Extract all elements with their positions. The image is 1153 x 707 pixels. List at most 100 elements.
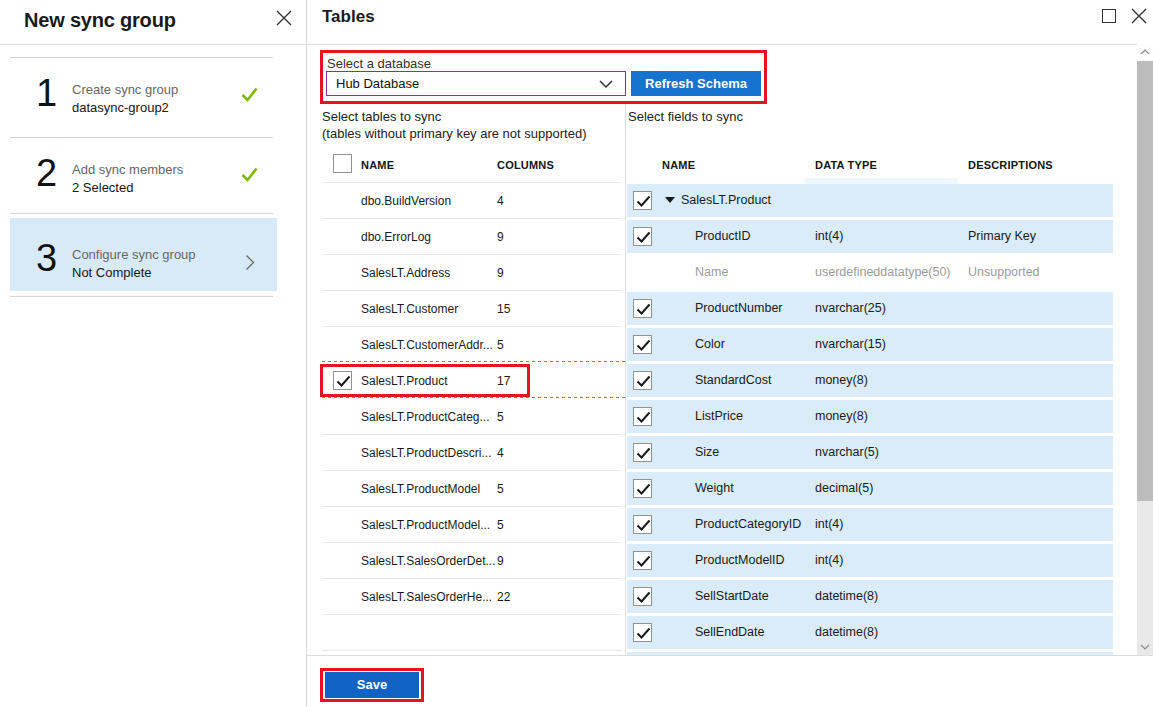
field-datatype: datetime(8) <box>815 589 878 603</box>
footer-divider <box>307 655 1153 656</box>
table-row[interactable]: SalesLT.ProductDescri... 4 <box>322 435 622 471</box>
left-panel-divider <box>0 44 306 45</box>
database-dropdown-value: Hub Database <box>336 76 419 91</box>
field-name: SellStartDate <box>695 589 769 603</box>
check-icon <box>636 519 651 532</box>
step-detail: Not Complete <box>72 265 151 280</box>
fields-section-heading: Select fields to sync <box>628 109 743 124</box>
close-icon[interactable] <box>276 10 292 26</box>
table-row[interactable]: SalesLT.SalesOrderDet...9 <box>322 543 622 579</box>
database-dropdown[interactable]: Hub Database <box>326 71 626 96</box>
table-name: dbo.ErrorLog <box>361 230 431 244</box>
check-icon <box>636 555 651 568</box>
tables-col-name: NAME <box>361 159 394 171</box>
field-row[interactable]: SellStartDate datetime(8) <box>627 580 1113 613</box>
field-name: Color <box>695 337 725 351</box>
field-name: ProductCategoryID <box>695 517 801 531</box>
select-all-checkbox[interactable] <box>333 154 352 173</box>
scrollbar-down-button[interactable] <box>1137 638 1153 655</box>
field-name: ProductModelID <box>695 553 785 567</box>
table-row[interactable]: SalesLT.Customer15 <box>322 291 622 327</box>
step-item-1[interactable]: 1Create sync groupdatasync-group2 <box>0 57 306 137</box>
table-name: SalesLT.ProductCateg... <box>361 410 490 424</box>
field-name: ListPrice <box>695 409 743 423</box>
step-number: 2 <box>36 153 57 195</box>
step-complete-icon <box>241 87 258 106</box>
field-name: ProductID <box>695 229 751 243</box>
table-row[interactable]: SalesLT.SalesOrderHe...22 <box>322 579 622 615</box>
fields-list: SalesLT.ProductProductIDint(4)Primary Ke… <box>627 184 1113 655</box>
field-row[interactable]: Weightdecimal(5) <box>627 472 1113 505</box>
chevron-down-icon <box>1140 644 1150 650</box>
row-checkbox[interactable] <box>633 479 652 498</box>
check-icon <box>636 375 651 388</box>
table-name: SalesLT.Customer <box>361 302 458 316</box>
step-item-3[interactable]: 3Configure sync groupNot Complete <box>0 222 306 302</box>
field-row[interactable]: Nameuserdefineddatatype(50)Unsupported <box>627 256 1113 289</box>
field-datatype: int(4) <box>815 229 843 243</box>
fields-col-descriptions: DESCRIPTIONS <box>968 159 1053 171</box>
field-name: SalesLT.Product <box>681 193 771 207</box>
field-datatype: money(8) <box>815 409 868 423</box>
field-datatype: int(4) <box>815 517 843 531</box>
row-checkbox[interactable] <box>633 227 652 246</box>
table-columns-count: 5 <box>497 338 504 352</box>
refresh-schema-button[interactable]: Refresh Schema <box>631 71 761 96</box>
field-row[interactable]: ProductIDint(4)Primary Key <box>627 220 1113 253</box>
table-columns-count: 5 <box>497 410 504 424</box>
table-row[interactable]: dbo.ErrorLog 9 <box>322 219 622 255</box>
chevron-right-icon <box>245 254 255 271</box>
check-icon <box>636 195 651 208</box>
field-group-row[interactable]: SalesLT.Product <box>627 184 1113 217</box>
row-checkbox[interactable] <box>633 623 652 642</box>
field-row[interactable]: ProductNumbernvarchar(25) <box>627 292 1113 325</box>
row-checkbox[interactable] <box>633 191 652 210</box>
close-icon[interactable] <box>1131 8 1147 24</box>
table-columns-count: 4 <box>497 446 504 460</box>
table-columns-count: 9 <box>497 554 504 568</box>
check-icon <box>241 87 258 102</box>
field-row[interactable]: StandardCostmoney(8) <box>627 364 1113 397</box>
scrollbar[interactable] <box>1137 44 1153 655</box>
fields-col-name: NAME <box>662 159 695 171</box>
collapse-triangle-icon[interactable] <box>665 197 675 203</box>
table-row[interactable]: dbo.BuildVersion4 <box>322 182 622 219</box>
step-number: 3 <box>36 238 57 280</box>
check-icon <box>636 591 651 604</box>
step-item-2[interactable]: 2Add sync members2 Selected <box>0 137 306 217</box>
table-columns-count: 9 <box>497 230 504 244</box>
scrollbar-up-button[interactable] <box>1137 44 1153 61</box>
row-checkbox[interactable] <box>633 551 652 570</box>
table-row[interactable]: SalesLT.ProductModel5 <box>322 471 622 507</box>
field-row[interactable]: ProductCategoryID int(4) <box>627 508 1113 541</box>
table-row[interactable]: SalesLT.ProductCateg... 5 <box>322 399 622 435</box>
field-row[interactable]: ListPrice money(8) <box>627 400 1113 433</box>
field-row[interactable]: ProductModelID int(4) <box>627 544 1113 577</box>
row-checkbox[interactable] <box>633 515 652 534</box>
table-name: SalesLT.ProductModel... <box>361 518 490 532</box>
maximize-icon[interactable] <box>1102 9 1116 23</box>
field-datatype: nvarchar(25) <box>815 301 886 315</box>
step-detail: datasync-group2 <box>72 100 169 115</box>
check-icon <box>636 339 651 352</box>
row-checkbox[interactable] <box>633 407 652 426</box>
table-row[interactable]: SalesLT.ProductModel...5 <box>322 507 622 543</box>
field-datatype: int(4) <box>815 553 843 567</box>
save-button[interactable]: Save <box>325 672 419 698</box>
check-icon <box>241 167 258 182</box>
row-checkbox[interactable] <box>633 371 652 390</box>
scrollbar-thumb[interactable] <box>1137 61 1153 501</box>
table-row[interactable]: SalesLT.CustomerAddr...5 <box>322 327 622 363</box>
field-row[interactable]: Sizenvarchar(5) <box>627 436 1113 469</box>
field-row[interactable]: SellEndDatedatetime(8) <box>627 616 1113 649</box>
field-row[interactable]: Colornvarchar(15) <box>627 328 1113 361</box>
row-checkbox[interactable] <box>633 335 652 354</box>
tables-panel-title: Tables <box>322 7 375 27</box>
field-datatype: datetime(8) <box>815 625 878 639</box>
table-name: SalesLT.ProductDescri... <box>361 446 492 460</box>
table-row[interactable]: SalesLT.Address9 <box>322 255 622 291</box>
row-checkbox[interactable] <box>633 443 652 462</box>
row-checkbox[interactable] <box>633 587 652 606</box>
row-checkbox[interactable] <box>633 299 652 318</box>
step-detail: 2 Selected <box>72 180 133 195</box>
